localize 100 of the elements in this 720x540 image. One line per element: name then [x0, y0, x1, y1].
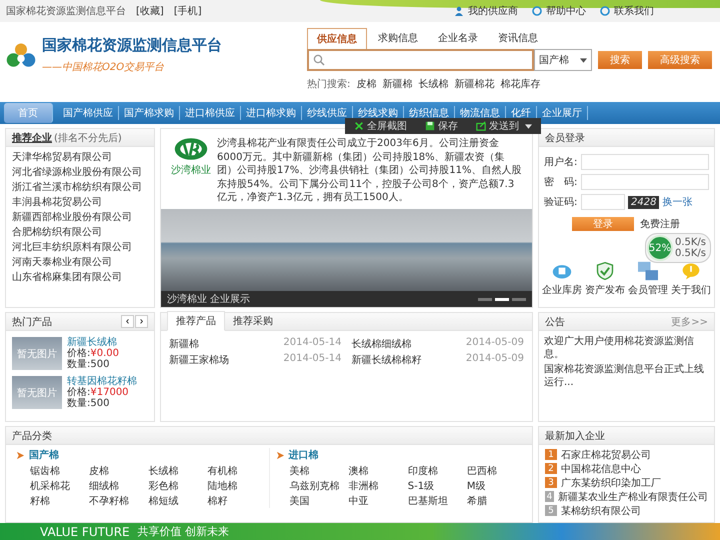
company-link[interactable]: 河南天泰棉业有限公司: [12, 256, 148, 269]
category-link[interactable]: 锯齿棉: [30, 464, 86, 478]
category-link[interactable]: 澳棉: [348, 464, 404, 478]
product-link[interactable]: 新疆棉: [169, 337, 199, 351]
input-field[interactable]: [581, 154, 709, 170]
category-link[interactable]: 不孕籽棉: [89, 494, 144, 508]
shortcut-link[interactable]: 企业库房: [542, 283, 582, 297]
category-heading[interactable]: 进口棉: [288, 448, 318, 462]
search-tab[interactable]: 供应信息: [307, 28, 367, 49]
top-link[interactable]: [收藏]: [136, 4, 164, 18]
previous-button[interactable]: ‹: [121, 315, 134, 328]
product-link[interactable]: 新疆长绒棉棉籽: [352, 353, 422, 367]
panel-note: (排名不分先后): [54, 132, 122, 144]
company-link[interactable]: 广东某纺织印染加工厂: [561, 476, 661, 490]
company-link[interactable]: 天津华棉贸易有限公司: [12, 151, 148, 164]
panel-tab[interactable]: 推荐采购: [225, 312, 281, 330]
hot-search-link[interactable]: 皮棉: [356, 77, 376, 91]
product-link[interactable]: 新疆王家棉场: [169, 353, 229, 367]
shortcut-link[interactable]: 关于我们: [671, 283, 711, 297]
category-link[interactable]: 陆地棉: [207, 479, 262, 493]
price: ¥17000: [90, 387, 129, 398]
logo-caption: 沙湾棉业: [171, 164, 211, 177]
nav-item[interactable]: 进口棉求购: [241, 106, 302, 120]
slide-indicator[interactable]: [495, 298, 509, 300]
category-link[interactable]: M级: [466, 479, 522, 493]
nav-item[interactable]: 国产棉求购: [119, 106, 180, 120]
hot-search-link[interactable]: 新疆棉花: [454, 77, 494, 91]
scope-dropdown[interactable]: 国产棉: [534, 49, 592, 71]
category-link[interactable]: 细绒棉: [89, 479, 144, 493]
company-link[interactable]: 丰润县棉花贸易公司: [12, 196, 148, 209]
company-link[interactable]: 河北巨丰纺织原料有限公司: [12, 241, 148, 254]
person-icon: [454, 6, 464, 16]
company-link[interactable]: 河北省绿源棉业股份有限公司: [12, 166, 148, 179]
category-link[interactable]: 印度棉: [408, 464, 463, 478]
notice-link[interactable]: 国家棉花资源监测信息平台正式上线运行...: [544, 363, 709, 389]
no-image-thumbnail: 暂无图片: [12, 337, 62, 370]
company-link[interactable]: 石家庄棉花贸易公司: [561, 448, 651, 462]
search-tab[interactable]: 企业名录: [429, 28, 487, 49]
category-link[interactable]: 机采棉花: [30, 479, 86, 493]
company-link[interactable]: 新疆西部棉业股份有限公司: [12, 211, 148, 224]
category-link[interactable]: 彩色棉: [148, 479, 204, 493]
field-label: 验证码:: [544, 196, 578, 209]
download-speed: 0.5K/s: [674, 248, 706, 259]
company-link[interactable]: 合肥棉纺织有限公司: [12, 226, 148, 239]
captcha-field[interactable]: [581, 194, 625, 210]
rank-badge: 2: [545, 463, 557, 474]
search-tab[interactable]: 求购信息: [369, 28, 427, 49]
company-link[interactable]: 浙江省兰溪市棉纺织有限公司: [12, 181, 148, 194]
input-field[interactable]: [581, 174, 709, 190]
shortcut-link[interactable]: 资产发布: [585, 283, 625, 297]
hot-search-link[interactable]: 长绒棉: [418, 77, 448, 91]
rank-badge: 3: [545, 477, 557, 488]
next-button[interactable]: ›: [135, 315, 148, 328]
shortcut-link[interactable]: 会员管理: [628, 283, 668, 297]
company-logo-icon: [173, 137, 209, 161]
company-link[interactable]: 中国棉花信息中心: [561, 462, 641, 476]
top-link[interactable]: 帮助中心: [546, 4, 586, 18]
product-link[interactable]: 长绒棉细绒棉: [352, 337, 412, 351]
hot-search-link[interactable]: 棉花库存: [500, 77, 540, 91]
logo-icon: [6, 42, 36, 68]
category-link[interactable]: 非洲棉: [348, 479, 404, 493]
company-link[interactable]: 山东省棉麻集团有限公司: [12, 271, 148, 284]
company-link[interactable]: 某棉纺织有限公司: [561, 504, 641, 518]
notice-link[interactable]: 欢迎广大用户使用棉花资源监测信息。: [544, 335, 709, 361]
category-link[interactable]: 美棉: [290, 464, 345, 478]
category-link[interactable]: 籽棉: [30, 494, 86, 508]
toolbar-button[interactable]: 全屏截图: [345, 118, 416, 134]
category-link[interactable]: 长绒棉: [148, 464, 204, 478]
nav-item[interactable]: 进口棉供应: [180, 106, 241, 120]
arrow-icon: [276, 450, 284, 460]
date-text: 2014-05-09: [466, 337, 524, 350]
top-link[interactable]: 联系我们: [614, 4, 654, 18]
top-link[interactable]: [手机]: [174, 4, 202, 18]
category-link[interactable]: 巴基斯坦: [408, 494, 463, 508]
category-link[interactable]: 棉籽: [207, 494, 262, 508]
field-label: 用户名:: [544, 156, 578, 169]
refresh-link[interactable]: 换一张: [662, 195, 692, 209]
company-link[interactable]: 新疆某农业生产棉业有限责任公司: [558, 490, 708, 504]
product-link[interactable]: 新疆长绒棉: [67, 337, 120, 348]
toolbar-button[interactable]: 保存: [416, 118, 467, 134]
category-link[interactable]: 皮棉: [89, 464, 144, 478]
category-heading[interactable]: 国产棉: [29, 448, 59, 462]
share-icon: [476, 121, 486, 131]
toolbar-button[interactable]: 发送到: [467, 118, 541, 134]
category-link[interactable]: 巴西棉: [466, 464, 522, 478]
register-link[interactable]: 免费注册: [640, 217, 680, 231]
category-link[interactable]: S-1级: [408, 479, 463, 493]
category-link[interactable]: 棉短绒: [148, 494, 204, 508]
category-link[interactable]: 乌兹别克棉: [290, 479, 345, 493]
category-link[interactable]: 中亚: [348, 494, 404, 508]
category-link[interactable]: 美国: [290, 494, 345, 508]
category-link[interactable]: 有机棉: [207, 464, 262, 478]
search-tab[interactable]: 资讯信息: [489, 28, 547, 49]
hot-search-link[interactable]: 新疆棉: [382, 77, 412, 91]
top-link[interactable]: 我的供应商: [468, 4, 518, 18]
category-link[interactable]: 希腊: [466, 494, 522, 508]
nav-item[interactable]: 国产棉供应: [58, 106, 119, 120]
product-link[interactable]: 转基因棉花籽棉: [67, 376, 137, 387]
search-field[interactable]: [307, 49, 534, 71]
panel-tab[interactable]: 推荐产品: [167, 311, 225, 331]
